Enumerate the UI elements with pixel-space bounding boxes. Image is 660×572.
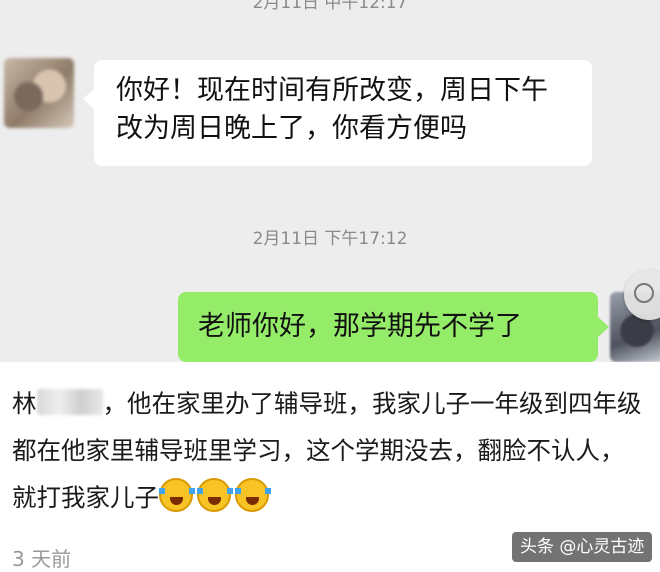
post-text: 林，他在家里办了辅导班，我家儿子一年级到四年级都在他家里辅导班里学习，这个学期没…	[0, 380, 660, 521]
sender-avatar[interactable]	[4, 58, 74, 128]
crying-laughing-emoji-icon	[159, 478, 195, 512]
post-time-ago: 3 天前	[12, 547, 72, 571]
author-name-initial: 林	[12, 389, 37, 418]
search-icon	[634, 283, 654, 303]
timestamp-top: 2月11日 中午12:17	[252, 0, 408, 13]
chat-screenshot: 2月11日 中午12:17 你好！现在时间有所改变，周日下午改为周日晚上了，你看…	[0, 0, 660, 362]
blurred-name	[36, 389, 103, 415]
crying-laughing-emoji-icon	[235, 478, 271, 512]
incoming-message-bubble[interactable]: 你好！现在时间有所改变，周日下午改为周日晚上了，你看方便吗	[83, 60, 592, 166]
outgoing-message-bubble[interactable]: 老师你好，那学期先不学了	[178, 292, 609, 362]
timestamp-mid: 2月11日 下午17:12	[252, 229, 408, 249]
watermark: 头条 @心灵古迹	[512, 532, 653, 562]
post-body: 林，他在家里办了辅导班，我家儿子一年级到四年级都在他家里辅导班里学习，这个学期没…	[0, 380, 660, 521]
crying-laughing-emoji-icon	[197, 478, 233, 512]
post-content: ，他在家里办了辅导班，我家儿子一年级到四年级都在他家里辅导班里学习，这个学期没去…	[12, 389, 642, 512]
